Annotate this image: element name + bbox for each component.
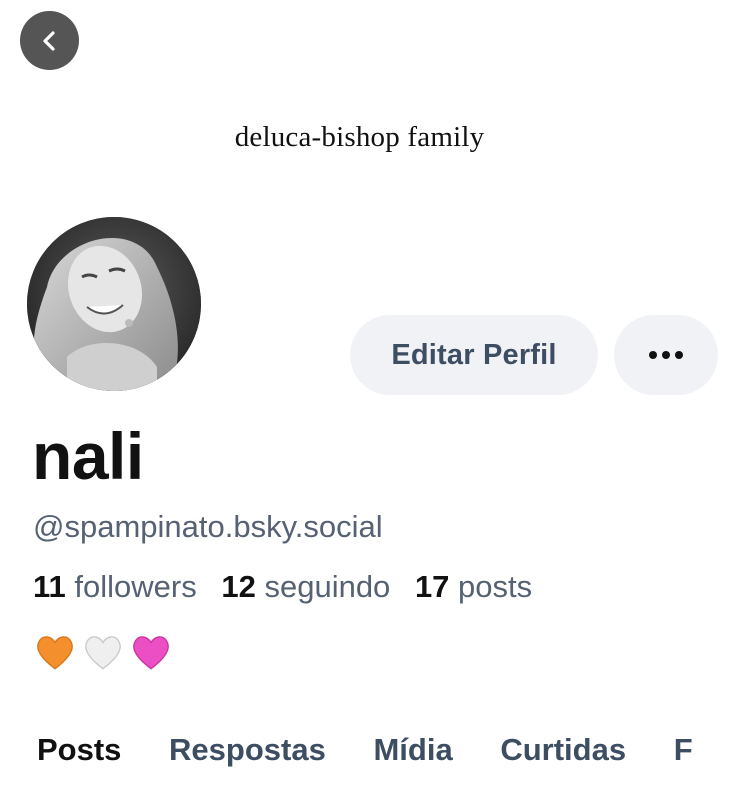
white-heart-icon: [85, 636, 121, 670]
banner-title: deluca-bishop family: [0, 121, 749, 154]
profile-tabs: Posts Respostas Mídia Curtidas F: [37, 732, 732, 768]
tab-feeds[interactable]: F: [674, 732, 693, 768]
profile-handle: @spampinato.bsky.social: [33, 509, 383, 544]
edit-profile-button[interactable]: Editar Perfil: [350, 315, 598, 395]
followers-stat[interactable]: 11 followers: [33, 569, 197, 604]
profile-stats: 11 followers 12 seguindo 17 posts: [33, 569, 548, 605]
profile-page: deluca-bishop family Editar Perfil nali …: [0, 0, 749, 793]
posts-label: posts: [458, 569, 533, 604]
avatar[interactable]: [24, 214, 204, 394]
ellipsis-icon-dot: [662, 351, 670, 359]
followers-count: 11: [33, 569, 66, 604]
pink-heart-icon: [133, 636, 169, 670]
display-name: nali: [32, 419, 144, 493]
ellipsis-icon-dot: [675, 351, 683, 359]
profile-bio: [34, 632, 172, 674]
posts-count: 17: [414, 569, 450, 604]
tab-media[interactable]: Mídia: [373, 732, 452, 768]
banner-title-text: deluca-bishop family: [234, 121, 485, 153]
chevron-left-icon: [42, 30, 55, 51]
avatar-photo: [27, 217, 201, 391]
back-button[interactable]: [20, 11, 79, 70]
tab-posts[interactable]: Posts: [37, 732, 121, 768]
followers-label: followers: [74, 569, 197, 604]
tab-replies[interactable]: Respostas: [169, 732, 326, 768]
tab-likes[interactable]: Curtidas: [500, 732, 626, 768]
more-options-button[interactable]: [614, 315, 718, 395]
following-count: 12: [221, 569, 256, 604]
orange-heart-icon: [37, 636, 73, 670]
following-stat[interactable]: 12 seguindo: [221, 569, 390, 604]
posts-stat: 17 posts: [415, 569, 532, 604]
following-label: seguindo: [264, 569, 391, 604]
ellipsis-icon: [649, 351, 657, 359]
